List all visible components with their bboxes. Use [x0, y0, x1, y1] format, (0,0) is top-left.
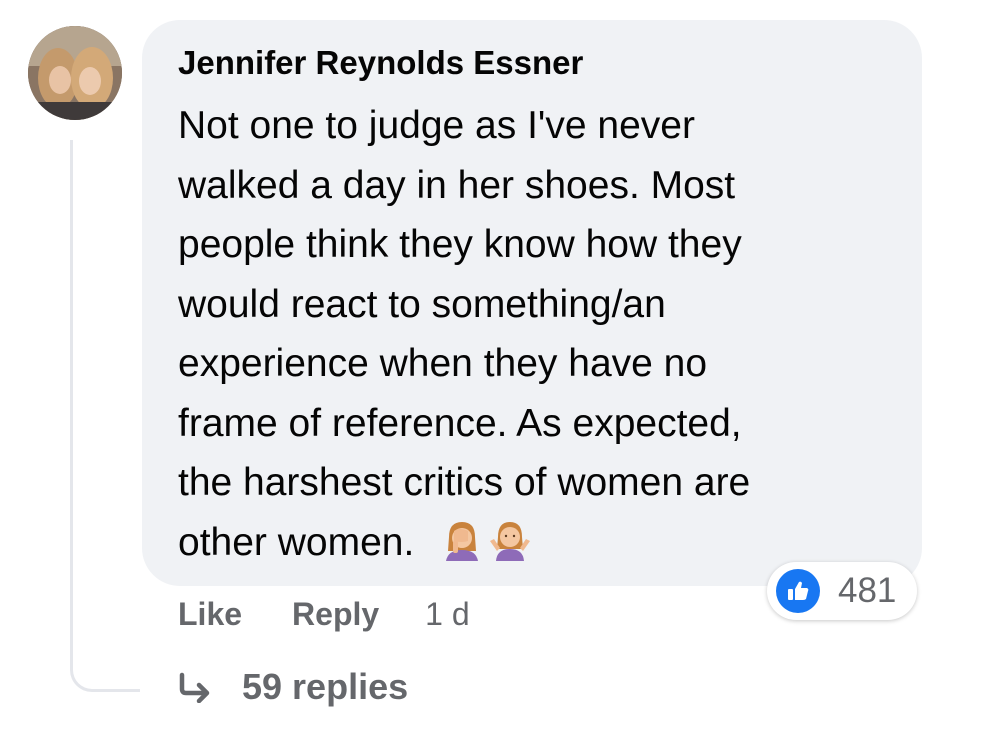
replies-count-label: 59 replies [242, 666, 409, 707]
comment-actions: Like Reply 1 d [178, 596, 470, 633]
like-button[interactable]: Like [178, 596, 242, 633]
comment-text-line: would react to something/an [178, 282, 666, 326]
avatar-photo [28, 26, 122, 120]
like-reaction-badge [776, 569, 820, 613]
comment-text-line: the harshest critics of women are [178, 461, 751, 504]
comment-text-line: other women. [178, 520, 415, 564]
comment-text-line: walked a day in her shoes. Most [178, 163, 736, 207]
thread-connector-line [70, 140, 140, 692]
face-palm-woman-icon [446, 521, 479, 561]
shrug-woman-icon [490, 521, 531, 561]
comment-author-name[interactable]: Jennifer Reynolds Essner [178, 44, 583, 82]
emoji-group [440, 517, 532, 561]
reply-button[interactable]: Reply [292, 596, 379, 633]
view-replies-link[interactable]: 59 replies [176, 666, 408, 708]
thumbs-up-icon [788, 581, 809, 600]
avatar[interactable] [28, 26, 122, 120]
comment-text: Not one to judge as I've never walked a … [178, 96, 878, 572]
reply-arrow-icon [179, 672, 210, 703]
comment-text-line: experience when they have no [178, 342, 708, 385]
comment-text-line: people think they know how they [178, 223, 742, 266]
reaction-count: 481 [838, 571, 897, 610]
comment-text-line: frame of reference. As expected, [178, 401, 742, 445]
comment-timestamp[interactable]: 1 d [425, 596, 469, 633]
reaction-count-pill[interactable]: 481 [767, 562, 917, 620]
comment-text-line-last: other women. [178, 513, 878, 573]
comment-text-line: Not one to judge as I've never [178, 104, 695, 147]
